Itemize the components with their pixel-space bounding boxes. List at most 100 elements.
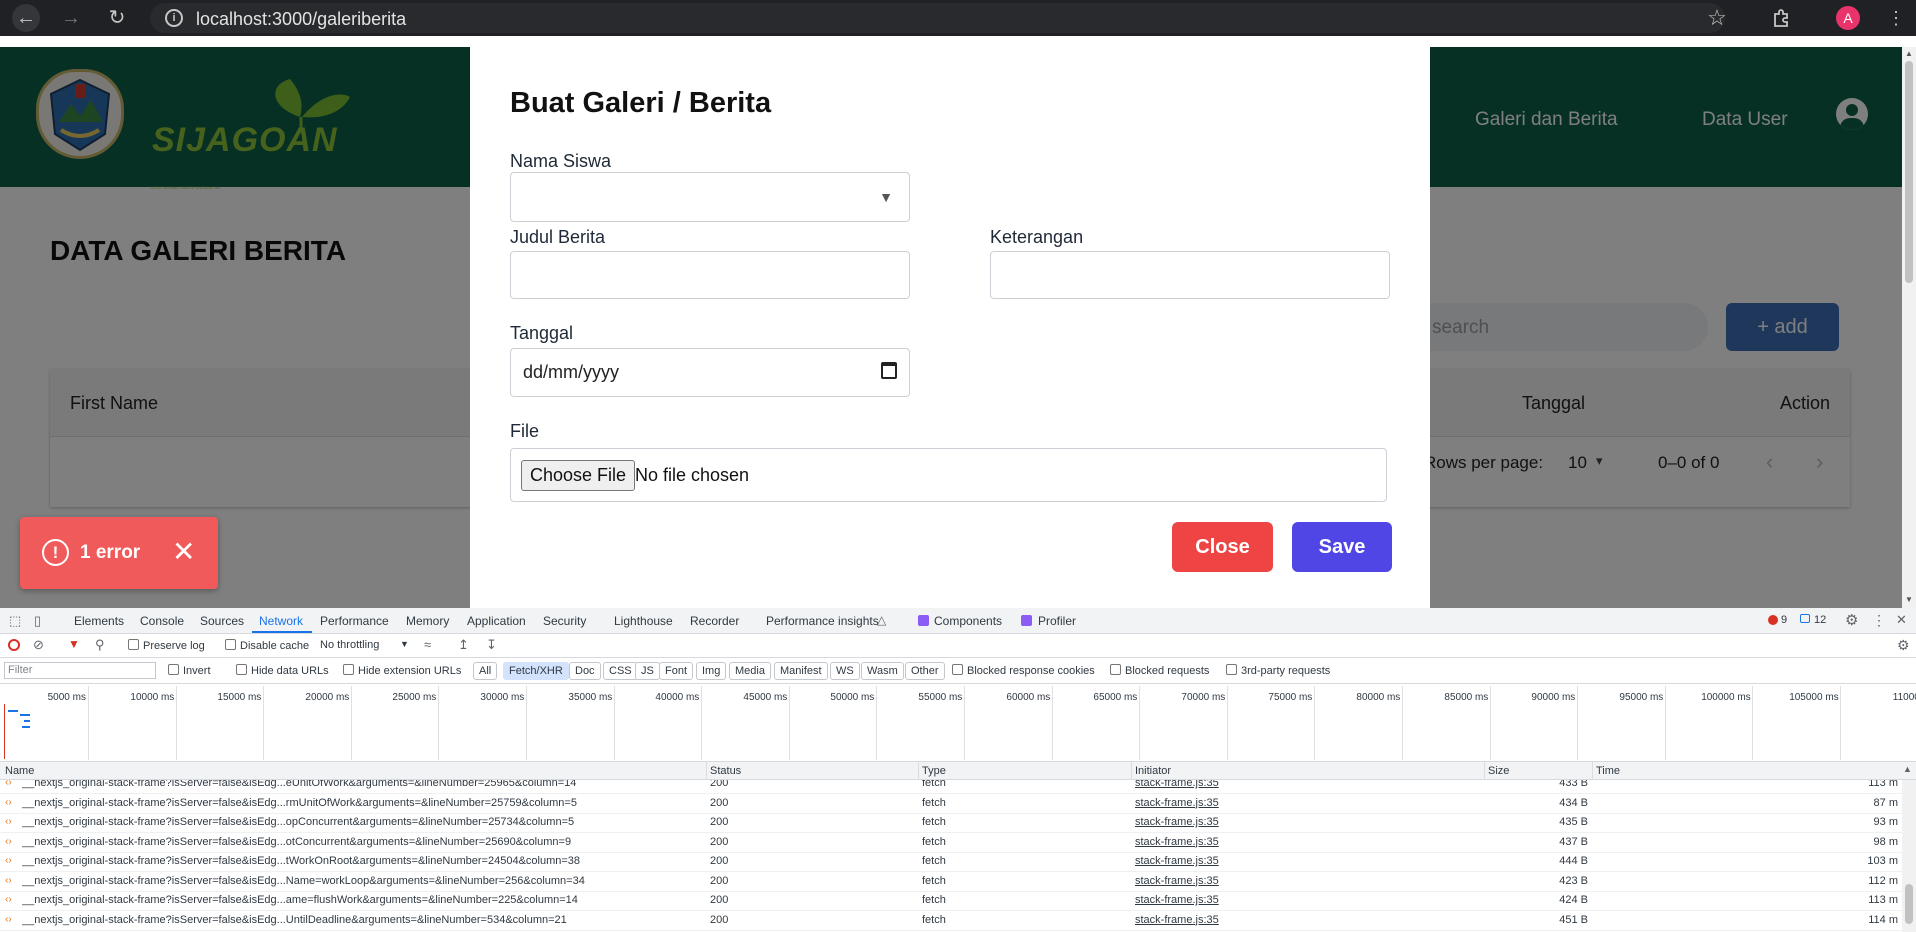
tab-console[interactable]: Console	[140, 614, 184, 628]
devtools-menu-icon[interactable]: ⋮	[1872, 612, 1886, 629]
request-initiator[interactable]: stack-frame.js:35	[1135, 816, 1435, 828]
network-settings-icon[interactable]: ⚙	[1897, 637, 1910, 654]
third-party-checkbox[interactable]: 3rd-party requests	[1226, 664, 1330, 677]
col-status[interactable]: Status	[710, 765, 741, 777]
invert-checkbox[interactable]: Invert	[168, 664, 211, 677]
scrollbar-thumb[interactable]	[1905, 61, 1913, 283]
type-filter-wasm[interactable]: Wasm	[861, 662, 904, 680]
tanggal-date-input[interactable]: dd/mm/yyyy	[510, 348, 910, 397]
throttling-dropdown-icon[interactable]: ▼	[400, 639, 409, 649]
network-overview-timeline[interactable]: 5000 ms 10000 ms 15000 ms 20000 ms 25000 ms 3…	[0, 684, 1916, 762]
request-initiator[interactable]: stack-frame.js:35	[1135, 875, 1435, 887]
type-filter-other[interactable]: Other	[905, 662, 945, 680]
request-initiator[interactable]: stack-frame.js:35	[1135, 855, 1435, 867]
request-initiator[interactable]: stack-frame.js:35	[1135, 780, 1435, 789]
filter-input[interactable]: Filter	[4, 662, 156, 679]
type-filter-css[interactable]: CSS	[603, 662, 638, 680]
address-bar[interactable]: i localhost:3000/galeriberita	[150, 3, 1725, 33]
request-row[interactable]: ‹› __nextjs_original-stack-frame?isServer…	[0, 794, 1902, 814]
close-button[interactable]: Close	[1172, 522, 1273, 572]
tab-application[interactable]: Application	[467, 614, 526, 628]
file-input[interactable]: Choose File No file chosen	[510, 448, 1387, 502]
page-scrollbar[interactable]: ▲ ▼	[1902, 47, 1916, 608]
calendar-icon[interactable]	[881, 362, 897, 379]
tab-memory[interactable]: Memory	[406, 614, 449, 628]
type-filter-manifest[interactable]: Manifest	[774, 662, 828, 680]
request-initiator[interactable]: stack-frame.js:35	[1135, 797, 1435, 809]
request-row[interactable]: ‹› __nextjs_original-stack-frame?isServer…	[0, 872, 1902, 892]
export-har-icon[interactable]: ↧	[486, 637, 497, 653]
close-devtools-icon[interactable]: ✕	[1896, 612, 1907, 628]
close-toast-icon[interactable]: ✕	[172, 535, 195, 568]
request-row[interactable]: ‹› __nextjs_original-stack-frame?isServer…	[0, 852, 1902, 872]
hide-data-urls-checkbox[interactable]: Hide data URLs	[236, 664, 329, 677]
settings-gear-icon[interactable]: ⚙	[1845, 611, 1858, 629]
col-type[interactable]: Type	[922, 765, 946, 777]
forward-icon[interactable]: →	[57, 4, 85, 32]
sort-ascending-icon[interactable]: ▲	[1903, 764, 1912, 774]
col-name[interactable]: Name	[5, 765, 34, 777]
blocked-requests-checkbox[interactable]: Blocked requests	[1110, 664, 1209, 677]
profile-avatar[interactable]: A	[1836, 6, 1860, 30]
type-filter-doc[interactable]: Doc	[569, 662, 601, 680]
tab-elements[interactable]: Elements	[74, 614, 124, 628]
disable-cache-checkbox[interactable]: Disable cache	[225, 639, 309, 652]
import-har-icon[interactable]: ↥	[458, 637, 469, 653]
request-row[interactable]: ‹› __nextjs_original-stack-frame?isServer…	[0, 911, 1902, 931]
device-toolbar-icon[interactable]: ▯	[34, 613, 41, 629]
choose-file-button[interactable]: Choose File	[521, 460, 636, 491]
record-icon[interactable]	[8, 639, 20, 651]
keterangan-input[interactable]	[990, 251, 1390, 299]
scroll-down-icon[interactable]: ▼	[1905, 595, 1913, 604]
request-list-scroll-thumb[interactable]	[1905, 884, 1913, 924]
error-toast[interactable]: ! 1 error ✕	[20, 517, 218, 589]
type-filter-fetch-xhr[interactable]: Fetch/XHR	[503, 662, 569, 680]
message-badge-count[interactable]: 12	[1814, 614, 1826, 626]
network-conditions-icon[interactable]: ≈	[424, 637, 431, 652]
scroll-up-icon[interactable]: ▲	[1905, 49, 1913, 58]
tab-security[interactable]: Security	[543, 614, 586, 628]
hide-extension-urls-checkbox[interactable]: Hide extension URLs	[343, 664, 461, 677]
type-filter-font[interactable]: Font	[659, 662, 694, 680]
throttling-select[interactable]: No throttling	[320, 639, 379, 651]
bookmark-star-icon[interactable]: ☆	[1703, 4, 1731, 32]
tab-profiler[interactable]: Profiler	[1038, 614, 1076, 628]
inspect-element-icon[interactable]: ⬚	[9, 613, 21, 629]
preserve-log-checkbox[interactable]: Preserve log	[128, 639, 205, 652]
request-row[interactable]: ‹› __nextjs_original-stack-frame?isServer…	[0, 780, 1902, 794]
tab-performance[interactable]: Performance	[320, 614, 389, 628]
type-filter-media[interactable]: Media	[729, 662, 771, 680]
tab-components[interactable]: Components	[934, 614, 1002, 628]
blocked-cookies-checkbox[interactable]: Blocked response cookies	[952, 664, 1095, 677]
tab-recorder[interactable]: Recorder	[690, 614, 739, 628]
col-size[interactable]: Size	[1488, 765, 1509, 777]
request-initiator[interactable]: stack-frame.js:35	[1135, 894, 1435, 906]
type-filter-all[interactable]: All	[473, 662, 498, 680]
tab-network[interactable]: Network	[259, 614, 303, 628]
error-badge-count[interactable]: 9	[1781, 614, 1787, 626]
site-info-icon[interactable]: i	[165, 9, 183, 27]
col-time[interactable]: Time	[1596, 765, 1620, 777]
back-icon[interactable]: ←	[12, 4, 40, 32]
browser-menu-icon[interactable]: ⋮	[1882, 4, 1910, 32]
tab-performance-insights[interactable]: Performance insights	[766, 614, 879, 628]
request-list-scrollbar[interactable]	[1902, 780, 1916, 932]
judul-berita-input[interactable]	[510, 251, 910, 299]
filter-funnel-icon[interactable]: ▼	[68, 637, 80, 651]
request-row[interactable]: ‹› __nextjs_original-stack-frame?isServer…	[0, 813, 1902, 833]
type-filter-js[interactable]: JS	[635, 662, 660, 680]
reload-icon[interactable]: ↻	[103, 4, 131, 32]
clear-icon[interactable]: ⊘	[33, 637, 44, 653]
search-icon[interactable]: ⚲	[95, 637, 105, 653]
request-row[interactable]: ‹› __nextjs_original-stack-frame?isServer…	[0, 891, 1902, 911]
save-button[interactable]: Save	[1292, 522, 1392, 572]
request-initiator[interactable]: stack-frame.js:35	[1135, 914, 1435, 926]
request-initiator[interactable]: stack-frame.js:35	[1135, 836, 1435, 848]
tab-lighthouse[interactable]: Lighthouse	[614, 614, 673, 628]
type-filter-ws[interactable]: WS	[830, 662, 860, 680]
request-row[interactable]: ‹› __nextjs_original-stack-frame?isServer…	[0, 833, 1902, 853]
type-filter-img[interactable]: Img	[696, 662, 727, 680]
nama-siswa-select[interactable]: ▼	[510, 172, 910, 222]
extensions-icon[interactable]	[1767, 4, 1795, 32]
tab-sources[interactable]: Sources	[200, 614, 244, 628]
